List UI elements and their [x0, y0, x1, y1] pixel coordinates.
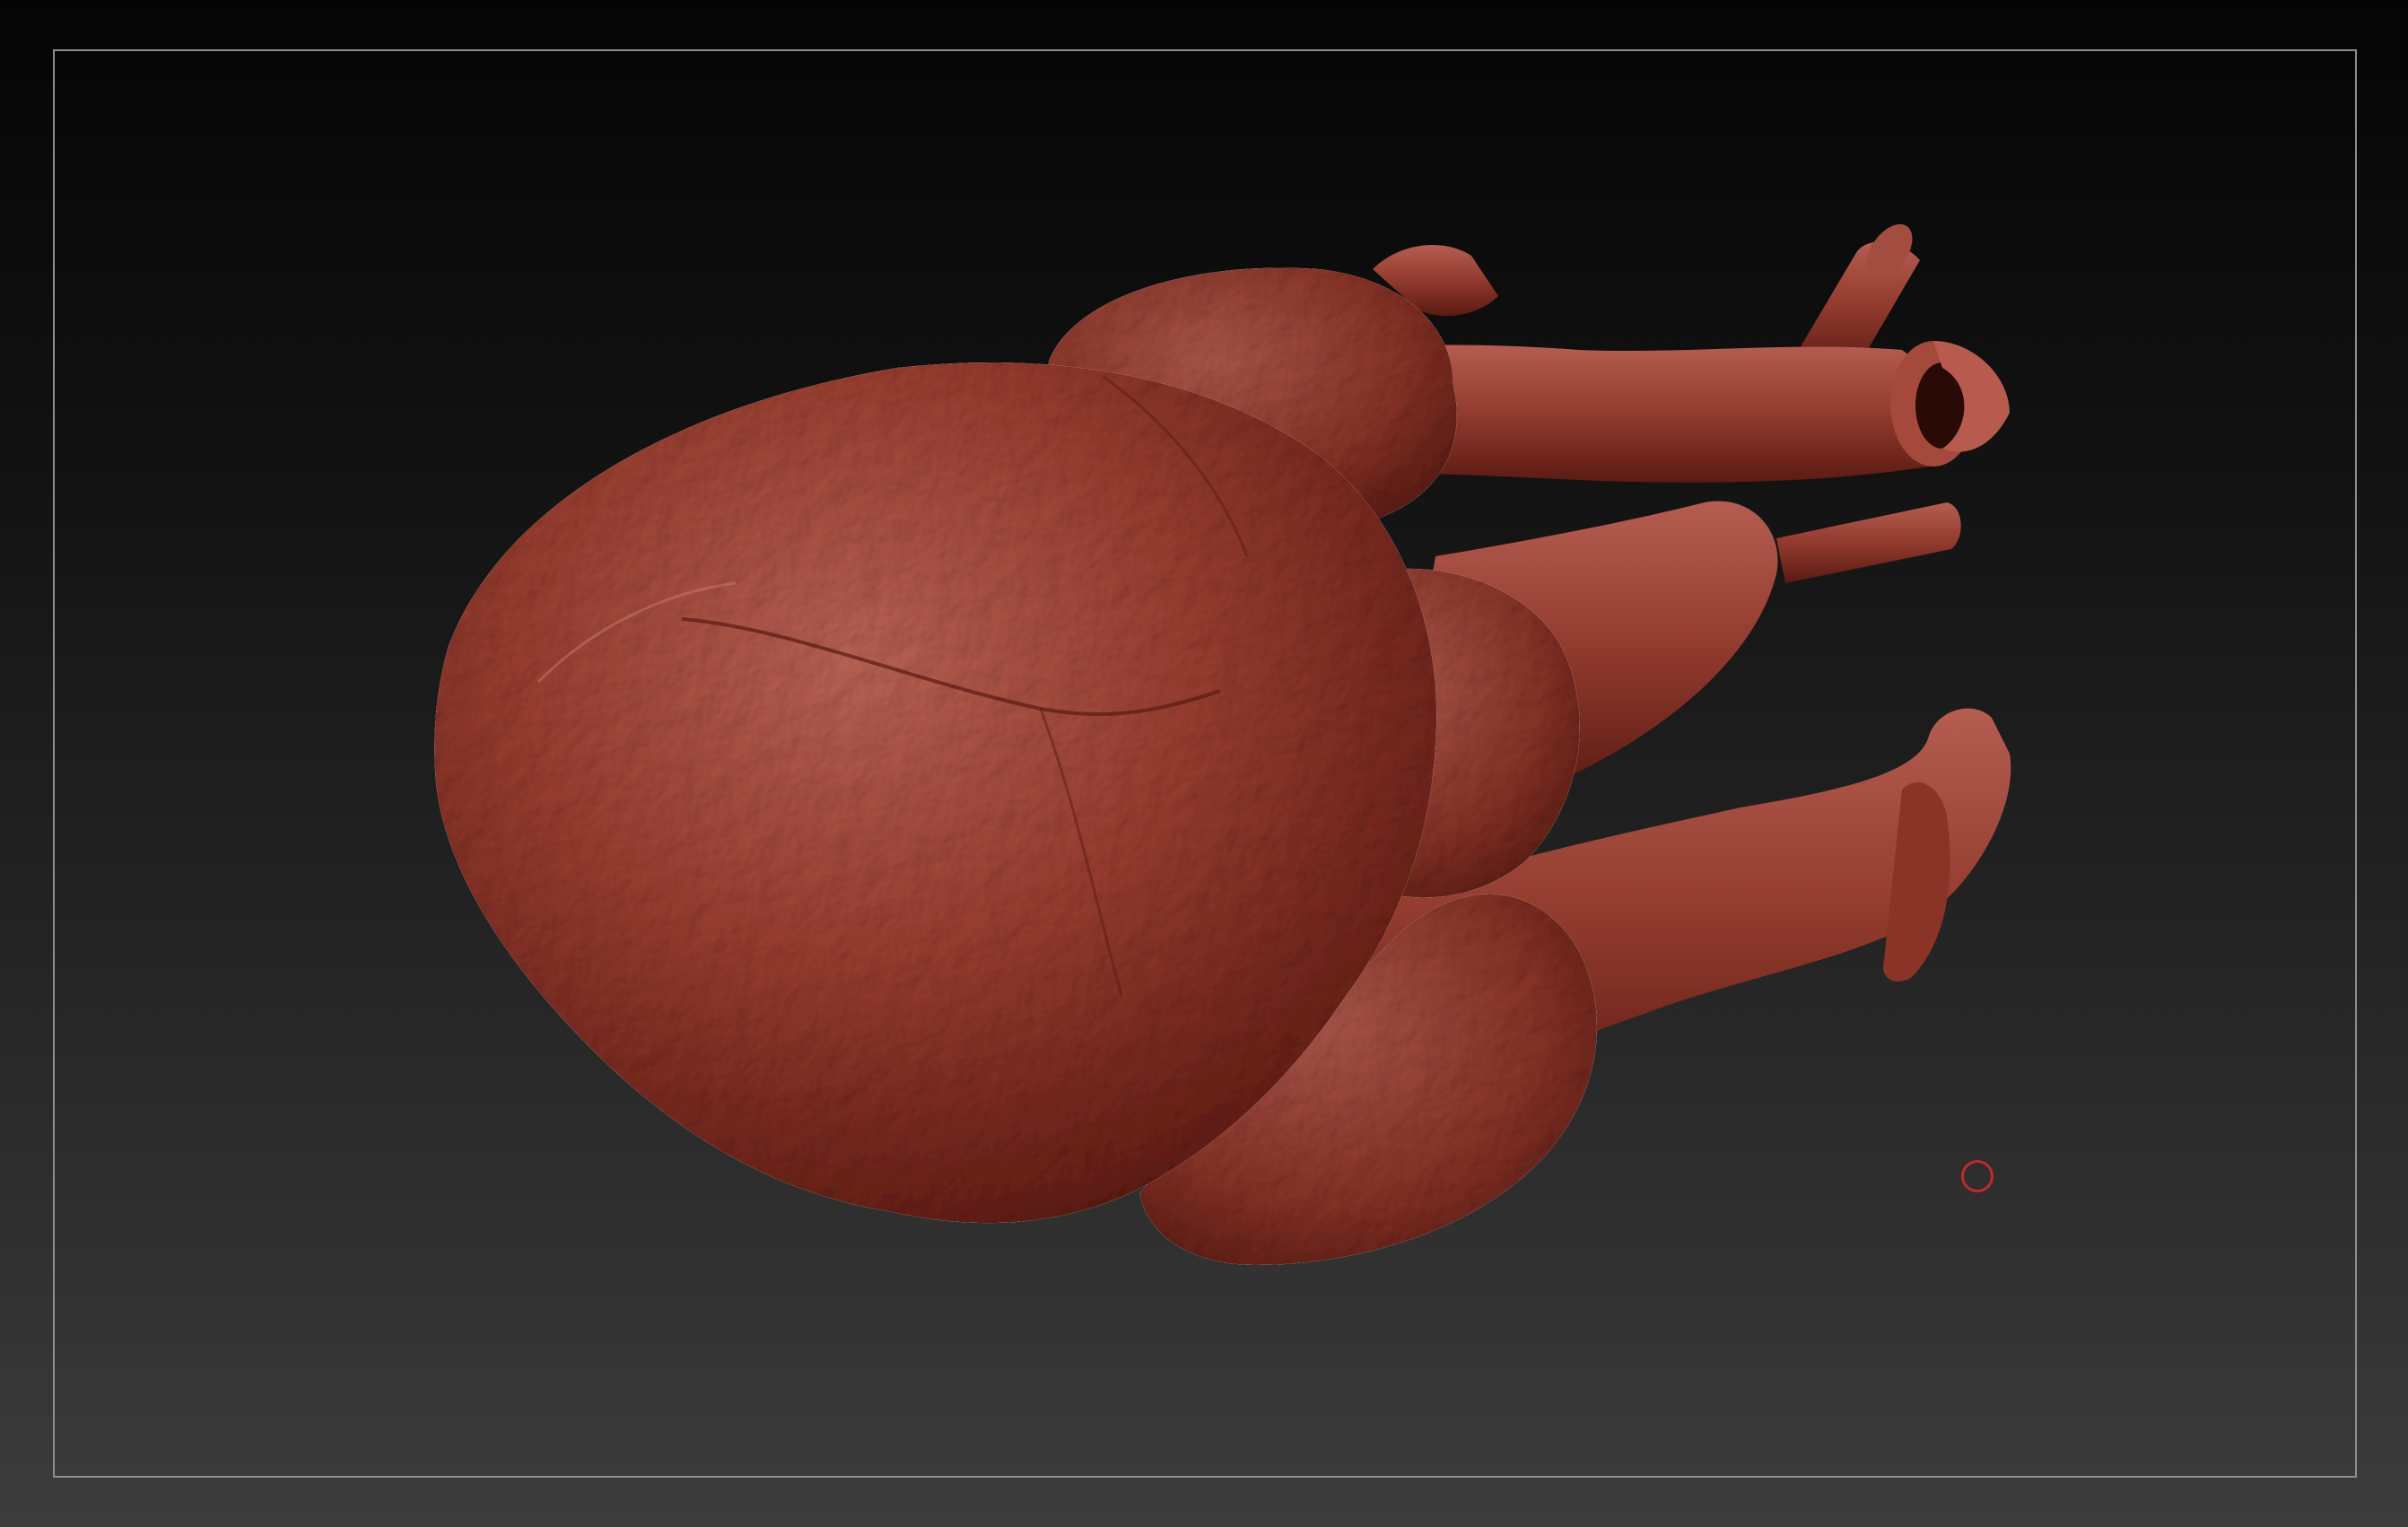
- brush-circle-icon: [1961, 1160, 1994, 1192]
- document-frame: [53, 49, 2357, 1478]
- sculpt-viewport[interactable]: [0, 0, 2408, 1527]
